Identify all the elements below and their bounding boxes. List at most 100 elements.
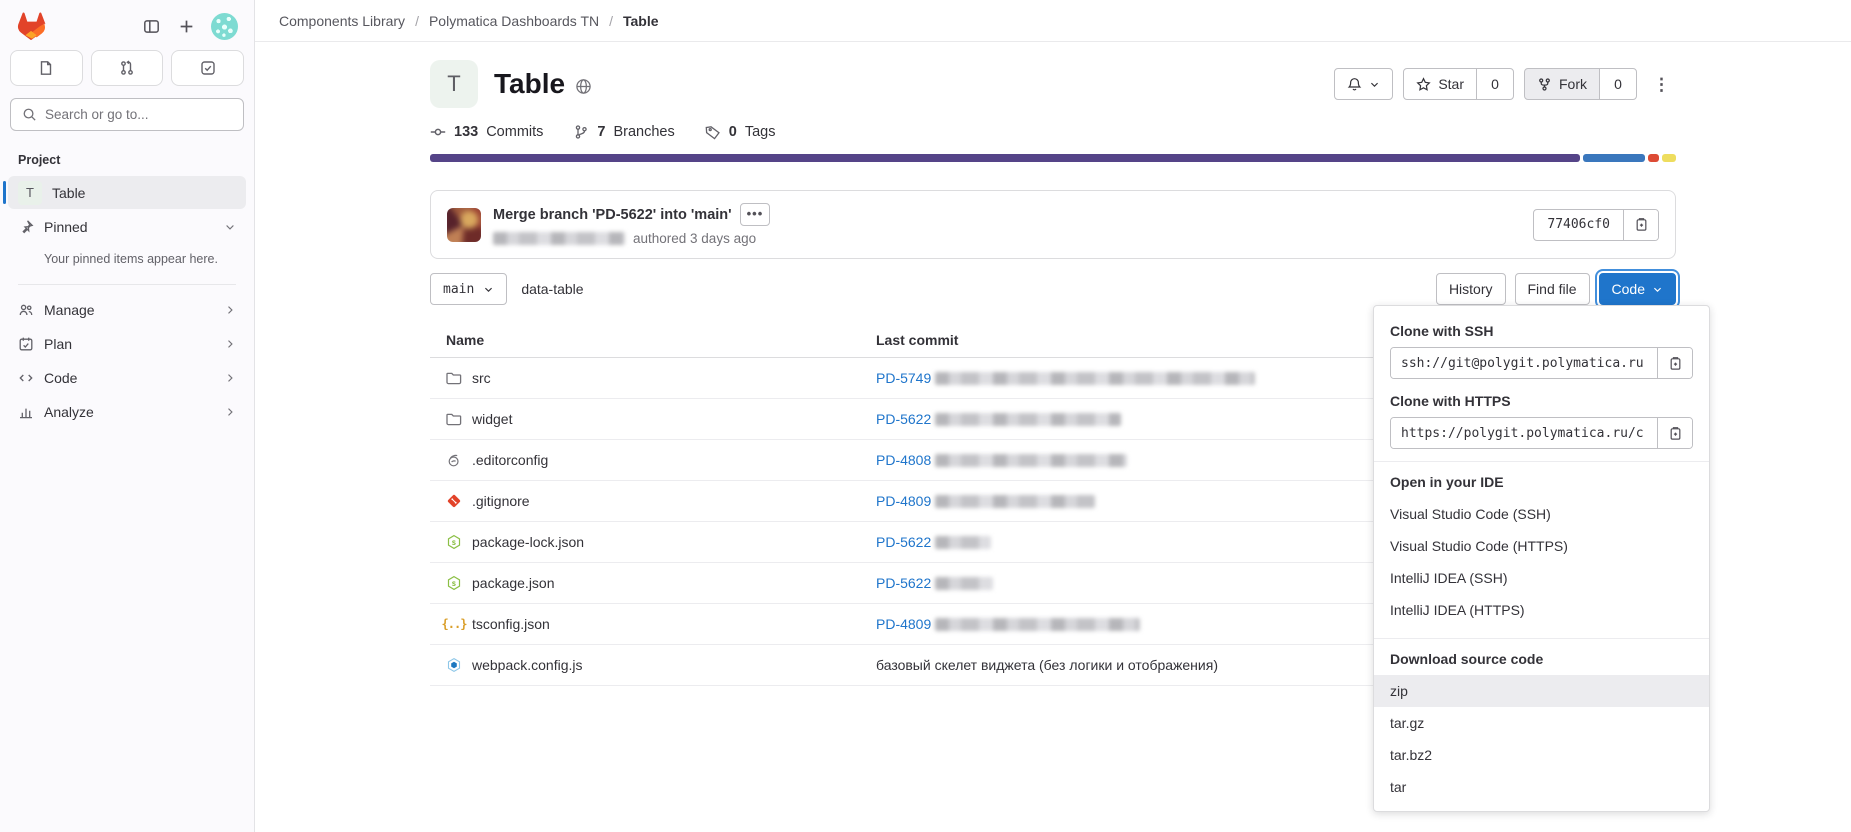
plus-icon[interactable]: [176, 16, 197, 37]
language-bar[interactable]: [430, 154, 1676, 162]
branches-stat[interactable]: 7 Branches: [573, 124, 674, 140]
dropdown-item-zip[interactable]: zip: [1374, 675, 1709, 707]
sidebar-item-manage[interactable]: Manage: [8, 293, 246, 326]
breadcrumb-separator: /: [415, 13, 419, 29]
stat-value: 133: [454, 124, 478, 140]
dropdown-item-tar-gz[interactable]: tar.gz: [1374, 707, 1709, 739]
todo-shortcut-button[interactable]: [171, 50, 244, 86]
copy-hash-button[interactable]: [1623, 210, 1658, 240]
fork-count[interactable]: 0: [1599, 68, 1637, 100]
issues-shortcut-button[interactable]: [10, 50, 83, 86]
nodejs-icon: [446, 575, 462, 591]
dropdown-item-tar-bz2[interactable]: tar.bz2: [1374, 739, 1709, 771]
sidebar-item-label: Analyze: [44, 404, 94, 420]
history-button[interactable]: History: [1436, 273, 1506, 305]
sidebar-section-label: Project: [0, 147, 254, 175]
user-avatar[interactable]: [211, 13, 238, 40]
ide-items: Visual Studio Code (SSH)Visual Studio Co…: [1374, 498, 1709, 626]
fork-button[interactable]: Fork: [1524, 68, 1600, 100]
calendar-icon: [18, 336, 34, 352]
chevron-down-icon: [483, 284, 494, 295]
redacted-commit-text: [935, 618, 1140, 631]
sidebar-toggle-icon[interactable]: [141, 16, 162, 37]
branch-icon: [573, 124, 589, 140]
breadcrumb-item[interactable]: Components Library: [279, 13, 405, 29]
dropdown-item-visual-studio-code-ssh-[interactable]: Visual Studio Code (SSH): [1374, 498, 1709, 530]
dropdown-item-intellij-idea-https-[interactable]: IntelliJ IDEA (HTTPS): [1374, 594, 1709, 626]
file-name-link[interactable]: webpack.config.js: [472, 657, 583, 673]
clone-ssh-input[interactable]: [1391, 348, 1657, 378]
stat-value: 7: [597, 124, 605, 140]
file-name-link[interactable]: src: [472, 370, 491, 386]
ide-section-label: Open in your IDE: [1390, 474, 1693, 490]
dropdown-item-intellij-idea-ssh-[interactable]: IntelliJ IDEA (SSH): [1374, 562, 1709, 594]
clone-ssh-group: [1390, 347, 1693, 379]
sidebar-item-label: Table: [52, 185, 85, 201]
commit-link[interactable]: PD-4809: [876, 493, 931, 509]
clone-https-label: Clone with HTTPS: [1390, 393, 1693, 409]
pin-icon: [18, 219, 34, 235]
file-name-link[interactable]: tsconfig.json: [472, 616, 550, 632]
sidebar-item-plan[interactable]: Plan: [8, 327, 246, 360]
code-button-label: Code: [1612, 281, 1645, 297]
file-name-link[interactable]: package-lock.json: [472, 534, 584, 550]
sidebar-item-code[interactable]: Code: [8, 361, 246, 394]
breadcrumb-item-current[interactable]: Table: [623, 13, 659, 29]
sidebar-item-project-table[interactable]: T Table: [8, 176, 246, 209]
editorconfig-icon: [446, 452, 462, 468]
copy-https-button[interactable]: [1657, 418, 1692, 448]
commit-expander-button[interactable]: •••: [740, 203, 771, 226]
commit-message-link[interactable]: базовый скелет виджета (без логики и ото…: [876, 657, 1218, 673]
folder-icon: [446, 370, 462, 386]
project-header: T Table Star 0: [430, 60, 1676, 108]
branch-selector[interactable]: main: [430, 273, 507, 305]
code-dropdown: Clone with SSH Clone with HTTPS Open in …: [1373, 305, 1710, 812]
sidebar-item-pinned[interactable]: Pinned: [8, 210, 246, 243]
globe-icon: [575, 78, 592, 95]
language-segment: [430, 154, 1580, 162]
chevron-down-icon: [1369, 79, 1380, 90]
commit-link[interactable]: PD-5622: [876, 575, 931, 591]
tags-stat[interactable]: 0 Tags: [705, 124, 776, 140]
notifications-button[interactable]: [1334, 68, 1393, 100]
pinned-empty-text: Your pinned items appear here.: [0, 244, 254, 276]
gitlab-logo[interactable]: [16, 12, 46, 40]
file-name-link[interactable]: package.json: [472, 575, 555, 591]
file-name-link[interactable]: .editorconfig: [472, 452, 548, 468]
merge-request-icon: [119, 60, 135, 76]
commit-link[interactable]: PD-5622: [876, 534, 931, 550]
users-icon: [18, 302, 34, 318]
kebab-menu-icon[interactable]: ⋮: [1647, 72, 1676, 97]
redacted-commit-text: [935, 495, 1095, 508]
commit-link[interactable]: PD-5749: [876, 370, 931, 386]
commits-stat[interactable]: 133 Commits: [430, 124, 543, 140]
find-file-button[interactable]: Find file: [1515, 273, 1590, 305]
sidebar-item-analyze[interactable]: Analyze: [8, 395, 246, 428]
clone-https-input[interactable]: [1391, 418, 1657, 448]
chart-icon: [18, 404, 34, 420]
issues-icon: [38, 60, 54, 76]
search-input[interactable]: Search or go to...: [10, 98, 244, 131]
clone-ssh-label: Clone with SSH: [1390, 323, 1693, 339]
commit-link[interactable]: PD-4809: [876, 616, 931, 632]
file-name-link[interactable]: .gitignore: [472, 493, 530, 509]
dropdown-item-visual-studio-code-https-[interactable]: Visual Studio Code (HTTPS): [1374, 530, 1709, 562]
tag-icon: [705, 124, 721, 140]
commit-message-link[interactable]: Merge branch 'PD-5622' into 'main': [493, 207, 732, 223]
commit-link[interactable]: PD-4808: [876, 452, 931, 468]
redacted-commit-text: [935, 413, 1121, 426]
star-button[interactable]: Star: [1403, 68, 1477, 100]
dropdown-item-tar[interactable]: tar: [1374, 771, 1709, 803]
webpack-icon: [446, 657, 462, 673]
breadcrumb-item[interactable]: Polymatica Dashboards TN: [429, 13, 599, 29]
merge-requests-shortcut-button[interactable]: [91, 50, 164, 86]
file-name-link[interactable]: widget: [472, 411, 512, 427]
code-button[interactable]: Code: [1599, 273, 1676, 305]
sidebar-divider: [18, 284, 236, 285]
last-commit-box: Merge branch 'PD-5622' into 'main' ••• a…: [430, 190, 1676, 259]
stat-label: Tags: [745, 124, 776, 140]
repo-path[interactable]: data-table: [521, 281, 583, 297]
star-count[interactable]: 0: [1476, 68, 1514, 100]
copy-ssh-button[interactable]: [1657, 348, 1692, 378]
commit-link[interactable]: PD-5622: [876, 411, 931, 427]
